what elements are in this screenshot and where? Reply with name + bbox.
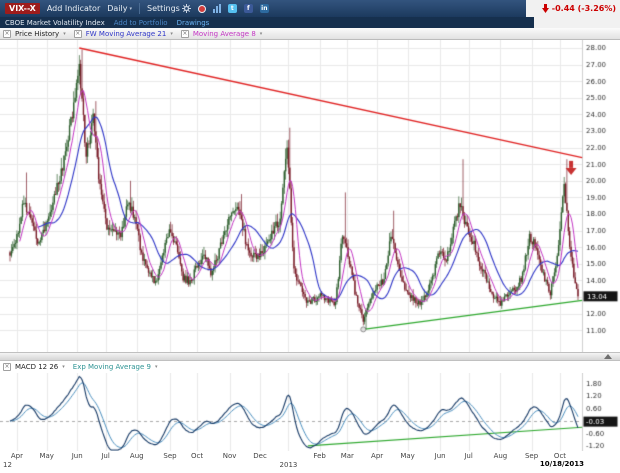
legend-item-macd[interactable]: MACD 12 26 <box>15 363 58 371</box>
toolbar: VIX--X Add Indicator Daily ▾ Settings t … <box>0 0 620 17</box>
chevron-down-icon[interactable]: ▾ <box>170 31 173 37</box>
x-axis-month-label: Jun <box>72 452 83 460</box>
quote-panel: -0.44 (-3.26%) <box>526 0 620 17</box>
share-icon[interactable]: in <box>260 4 269 13</box>
add-to-portfolio-link[interactable]: Add to Portfolio <box>114 19 168 27</box>
ticker-badge[interactable]: VIX--X <box>5 3 40 14</box>
x-axis-month-label: May <box>400 452 414 460</box>
legend-item-signal[interactable]: Exp Moving Average 9 <box>73 363 151 371</box>
chevron-down-icon[interactable]: ▾ <box>63 31 66 37</box>
facebook-icon[interactable]: f <box>244 4 253 13</box>
x-axis-last-date: 10/18/2013 <box>540 460 584 468</box>
down-arrow-icon <box>542 4 549 13</box>
add-indicator-button[interactable]: Add Indicator <box>47 4 100 13</box>
collapse-triangle-icon[interactable] <box>604 354 612 359</box>
x-axis-month-label: Sep <box>525 452 538 460</box>
chevron-down-icon[interactable]: ▾ <box>62 364 65 370</box>
x-axis-month-label: Jul <box>464 452 472 460</box>
x-axis-month-label: Aug <box>130 452 144 460</box>
x-axis-month-label: Oct <box>191 452 203 460</box>
macd-chart-canvas[interactable] <box>0 373 620 451</box>
toolbar-left: VIX--X Add Indicator Daily ▾ Settings t … <box>0 0 526 17</box>
x-axis-month-label: Oct <box>554 452 566 460</box>
x-axis-month-label: Apr <box>371 452 383 460</box>
x-axis: 12 2013 10/18/2013 Apr May Jun Jul Aug Sep Oct… <box>0 451 620 473</box>
drawings-link[interactable]: Drawings <box>177 19 210 27</box>
x-axis-month-label: Feb <box>313 452 325 460</box>
x-axis-month-label: Mar <box>341 452 354 460</box>
timeframe-select[interactable]: Daily ▾ <box>107 4 132 13</box>
close-icon[interactable]: × <box>181 30 189 38</box>
toolbar-divider <box>139 3 140 14</box>
chart-type-icon[interactable] <box>213 4 221 13</box>
info-bar-left: CBOE Market Volatility Index Add to Port… <box>0 17 534 28</box>
close-icon[interactable]: × <box>74 30 82 38</box>
chevron-down-icon: ▾ <box>129 6 132 12</box>
price-legend: × Price History ▾ × FW Moving Average 21… <box>0 28 620 40</box>
x-axis-year-start: 12 <box>3 461 12 469</box>
x-axis-month-label: Nov <box>223 452 237 460</box>
x-axis-month-label: Jul <box>101 452 109 460</box>
x-axis-month-label: Jun <box>435 452 446 460</box>
legend-item-ma21[interactable]: FW Moving Average 21 <box>86 30 167 38</box>
symbol-name: CBOE Market Volatility Index <box>5 19 105 27</box>
chevron-down-icon[interactable]: ▾ <box>260 31 263 37</box>
x-axis-month-label: May <box>39 452 53 460</box>
record-icon[interactable] <box>198 5 206 13</box>
quote-change: -0.44 (-3.26%) <box>552 4 616 13</box>
x-axis-month-label: Dec <box>253 452 267 460</box>
gear-icon <box>182 4 191 13</box>
info-bar-right <box>534 17 620 28</box>
price-chart-canvas[interactable] <box>0 40 620 352</box>
x-axis-month-label: Apr <box>11 452 23 460</box>
legend-item-ma8[interactable]: Moving Average 8 <box>193 30 256 38</box>
macd-legend: × MACD 12 26 ▾ Exp Moving Average 9 ▾ <box>0 361 620 373</box>
x-axis-year-2013: 2013 <box>280 461 298 469</box>
chart-app-window: VIX--X Add Indicator Daily ▾ Settings t … <box>0 0 620 473</box>
settings-button[interactable]: Settings <box>147 4 191 13</box>
chevron-down-icon[interactable]: ▾ <box>155 364 158 370</box>
close-icon[interactable]: × <box>3 363 11 371</box>
panel-separator[interactable] <box>0 352 620 361</box>
x-axis-month-label: Aug <box>494 452 508 460</box>
x-axis-month-label: Sep <box>163 452 176 460</box>
legend-item-price-history[interactable]: Price History <box>15 30 59 38</box>
info-bar: CBOE Market Volatility Index Add to Port… <box>0 17 620 28</box>
twitter-icon[interactable]: t <box>228 4 237 13</box>
close-icon[interactable]: × <box>3 30 11 38</box>
